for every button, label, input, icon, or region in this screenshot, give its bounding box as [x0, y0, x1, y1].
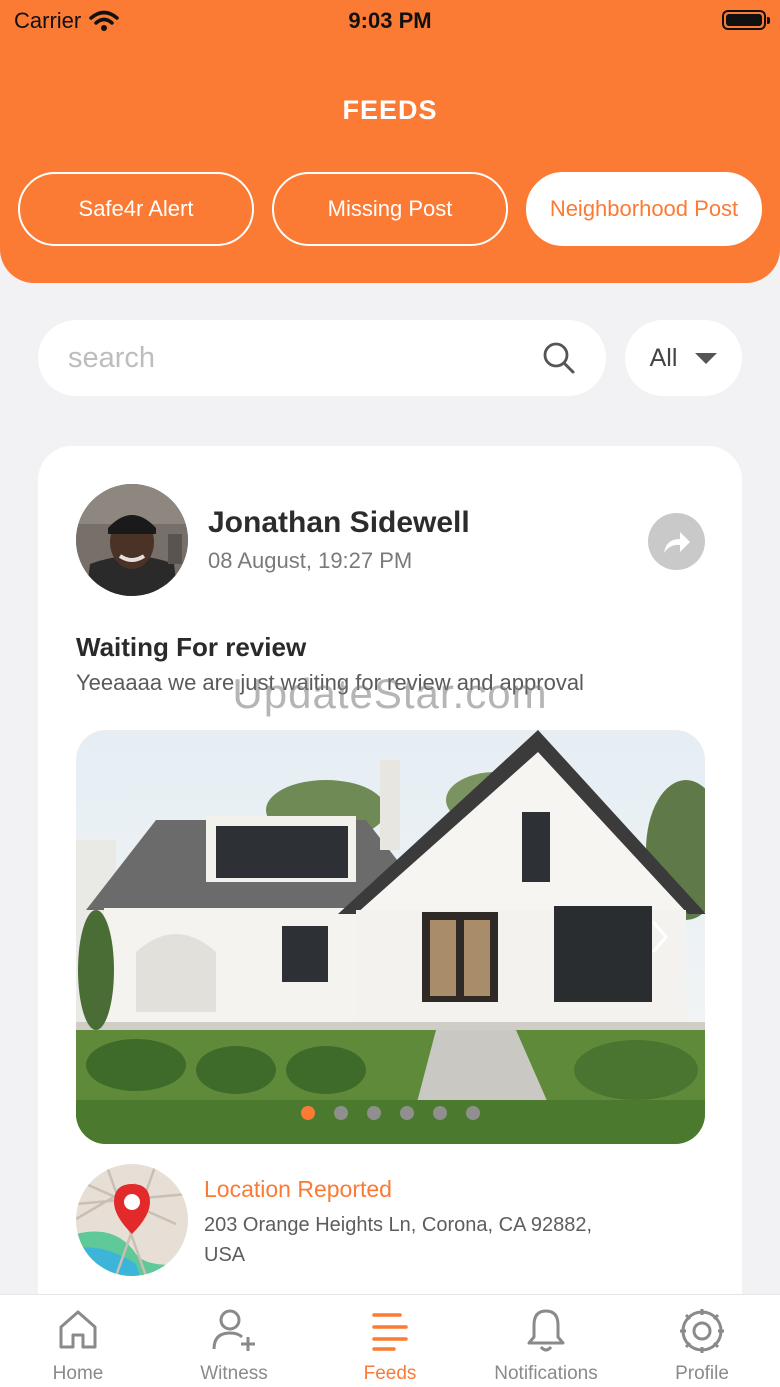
clock: 9:03 PM [348, 8, 432, 33]
status-bar: Carrier 9:03 PM [0, 0, 780, 40]
tabbar-item-home[interactable]: Home [0, 1295, 156, 1387]
filter-dropdown[interactable]: All [625, 320, 742, 396]
tabbar-label: Notifications [494, 1363, 598, 1384]
chevron-right-icon[interactable] [651, 920, 669, 954]
chevron-down-icon [695, 352, 718, 364]
tabbar-label: Profile [675, 1363, 729, 1384]
tab-missing-post[interactable]: Missing Post [272, 172, 508, 246]
carousel-dots [76, 1106, 705, 1120]
post-author[interactable]: Jonathan Sidewell [208, 506, 470, 540]
tab-safe4r-alert[interactable]: Safe4r Alert [18, 172, 254, 246]
map-location-icon[interactable] [76, 1164, 188, 1276]
tabbar-label: Witness [200, 1363, 268, 1384]
house-photo [76, 730, 705, 1144]
tab-neighborhood-post[interactable]: Neighborhood Post [526, 172, 762, 246]
battery-icon [722, 10, 770, 30]
share-button[interactable] [648, 513, 705, 570]
location-label: Location Reported [204, 1176, 392, 1202]
page-title: FEEDS [342, 95, 438, 125]
carousel-dot[interactable] [334, 1106, 348, 1120]
carousel-dot[interactable] [466, 1106, 480, 1120]
search-icon[interactable] [542, 341, 576, 375]
tab-label: Missing Post [327, 196, 453, 221]
tabbar-label: Feeds [363, 1363, 417, 1384]
carousel-dot[interactable] [367, 1106, 381, 1120]
add-user-icon [212, 1309, 255, 1351]
post-title: Waiting For review [76, 632, 307, 662]
tabbar-item-notifications[interactable]: Notifications [468, 1295, 624, 1387]
avatar[interactable] [76, 484, 188, 596]
gear-icon [680, 1309, 724, 1353]
tabbar-item-feeds[interactable]: Feeds [312, 1295, 468, 1387]
tab-label: Neighborhood Post [549, 196, 739, 221]
home-icon [59, 1310, 97, 1349]
bell-icon [527, 1309, 565, 1352]
header: Carrier 9:03 PM FEEDS Safe4r Alert Missi… [0, 0, 780, 283]
carousel-dot[interactable] [301, 1106, 315, 1120]
tabbar-item-profile[interactable]: Profile [624, 1295, 780, 1387]
tab-label: Safe4r Alert [78, 196, 194, 221]
tabbar-label: Home [52, 1363, 104, 1384]
carousel-dot[interactable] [433, 1106, 447, 1120]
bottom-tab-bar: Home Witness Feeds Notifications Profile [0, 1294, 780, 1387]
search-input[interactable]: search [38, 320, 606, 396]
filter-value: All [649, 343, 678, 372]
share-icon [663, 531, 690, 553]
post-image-carousel[interactable] [76, 730, 705, 1144]
feeds-list-icon [372, 1313, 408, 1351]
location-address: 203 Orange Heights Ln, Corona, CA 92882,… [204, 1214, 593, 1266]
post-card[interactable]: Jonathan Sidewell 08 August, 19:27 PM Wa… [38, 446, 742, 1326]
watermark: UpdateStar.com [232, 670, 548, 717]
post-date: 08 August, 19:27 PM [208, 548, 413, 573]
carousel-dot[interactable] [400, 1106, 414, 1120]
search-placeholder: search [68, 341, 156, 374]
tabbar-item-witness[interactable]: Witness [156, 1295, 312, 1387]
